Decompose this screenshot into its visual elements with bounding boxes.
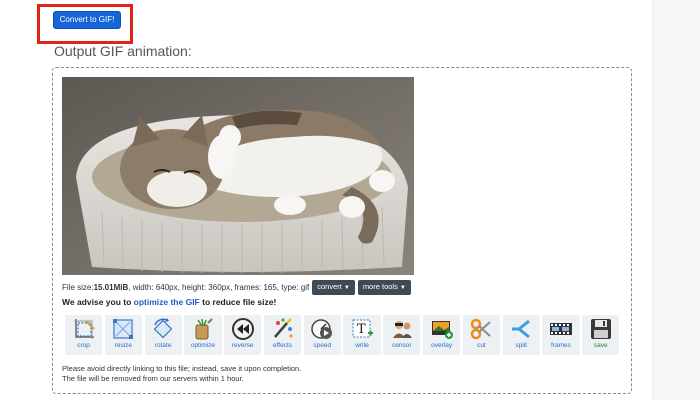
tool-optimize[interactable]: optimize xyxy=(184,315,222,355)
convert-dropdown-label: convert xyxy=(317,282,342,291)
tool-rotate[interactable]: rotate xyxy=(144,315,182,355)
tool-label: reverse xyxy=(231,342,254,349)
svg-text:T: T xyxy=(357,322,366,337)
cat-gif-image xyxy=(62,77,414,275)
tool-speed[interactable]: speed xyxy=(303,315,341,355)
caret-down-icon: ▼ xyxy=(399,285,406,291)
tool-save[interactable]: save xyxy=(582,315,620,355)
tool-label: split xyxy=(515,342,527,349)
tool-censor[interactable]: censor xyxy=(383,315,421,355)
tool-label: effects xyxy=(272,342,293,349)
tool-resize[interactable]: resize xyxy=(104,315,142,355)
tool-label: speed xyxy=(313,342,332,349)
tool-overlay[interactable]: overlay xyxy=(423,315,461,355)
write-icon: T xyxy=(352,319,374,338)
file-info: File size: 15.01MiB, width: 640px, heigh… xyxy=(62,280,411,295)
file-size-value: 15.01MiB xyxy=(93,283,129,292)
cut-icon xyxy=(471,318,492,340)
tool-write[interactable]: T write xyxy=(343,315,381,355)
tool-reverse[interactable]: reverse xyxy=(224,315,262,355)
right-gutter xyxy=(652,0,700,400)
rotate-icon xyxy=(153,318,173,339)
output-heading: Output GIF animation: xyxy=(54,43,192,59)
tool-label: rotate xyxy=(154,342,172,349)
tool-label: optimize xyxy=(190,342,216,349)
more-tools-dropdown-label: more tools xyxy=(362,282,398,291)
retention-note: Please avoid directly linking to this fi… xyxy=(62,364,301,384)
tools-toolbar: crop resize rotate optimize reverse effe… xyxy=(65,315,622,355)
tool-label: cut xyxy=(477,342,486,349)
tool-label: write xyxy=(355,342,369,349)
note-line-2: The file will be removed from our server… xyxy=(62,374,244,383)
note-line-1: Please avoid directly linking to this fi… xyxy=(62,364,302,373)
advise-text: We advise you to optimize the GIF to red… xyxy=(62,297,276,307)
tool-crop[interactable]: crop xyxy=(65,315,103,355)
tool-split[interactable]: split xyxy=(502,315,540,355)
output-panel: File size: 15.01MiB, width: 640px, heigh… xyxy=(52,67,632,394)
tool-effects[interactable]: effects xyxy=(263,315,302,355)
file-details: , width: 640px, height: 360px, frames: 1… xyxy=(128,283,310,292)
tool-label: overlay xyxy=(431,342,453,349)
reverse-icon xyxy=(231,318,254,340)
caret-down-icon: ▼ xyxy=(343,285,350,291)
crop-icon xyxy=(73,319,95,339)
gif-preview[interactable] xyxy=(62,77,414,275)
file-size-prefix: File size: xyxy=(62,283,94,292)
save-icon xyxy=(590,319,611,339)
speed-icon xyxy=(311,319,333,339)
tool-cut[interactable]: cut xyxy=(462,315,500,355)
convert-to-gif-button[interactable]: Convert to GIF! xyxy=(53,11,121,29)
advise-after: to reduce file size! xyxy=(199,297,277,307)
tool-label: censor xyxy=(392,342,412,349)
censor-icon xyxy=(392,321,412,338)
tool-label: frames xyxy=(551,342,571,349)
tool-frames[interactable]: frames xyxy=(542,315,580,355)
advise-before: We advise you to xyxy=(62,297,134,307)
tool-label: crop xyxy=(77,342,90,349)
split-icon xyxy=(512,319,531,339)
optimize-gif-link[interactable]: optimize the GIF xyxy=(134,297,200,307)
tool-label: resize xyxy=(114,342,133,349)
convert-dropdown[interactable]: convert ▼ xyxy=(312,280,355,295)
optimize-icon xyxy=(195,318,213,340)
tool-label: save xyxy=(593,342,608,349)
resize-icon xyxy=(113,319,134,339)
more-tools-dropdown[interactable]: more tools ▼ xyxy=(357,280,411,295)
effects-icon xyxy=(273,318,293,338)
frames-icon xyxy=(549,323,572,335)
overlay-icon xyxy=(431,321,453,339)
